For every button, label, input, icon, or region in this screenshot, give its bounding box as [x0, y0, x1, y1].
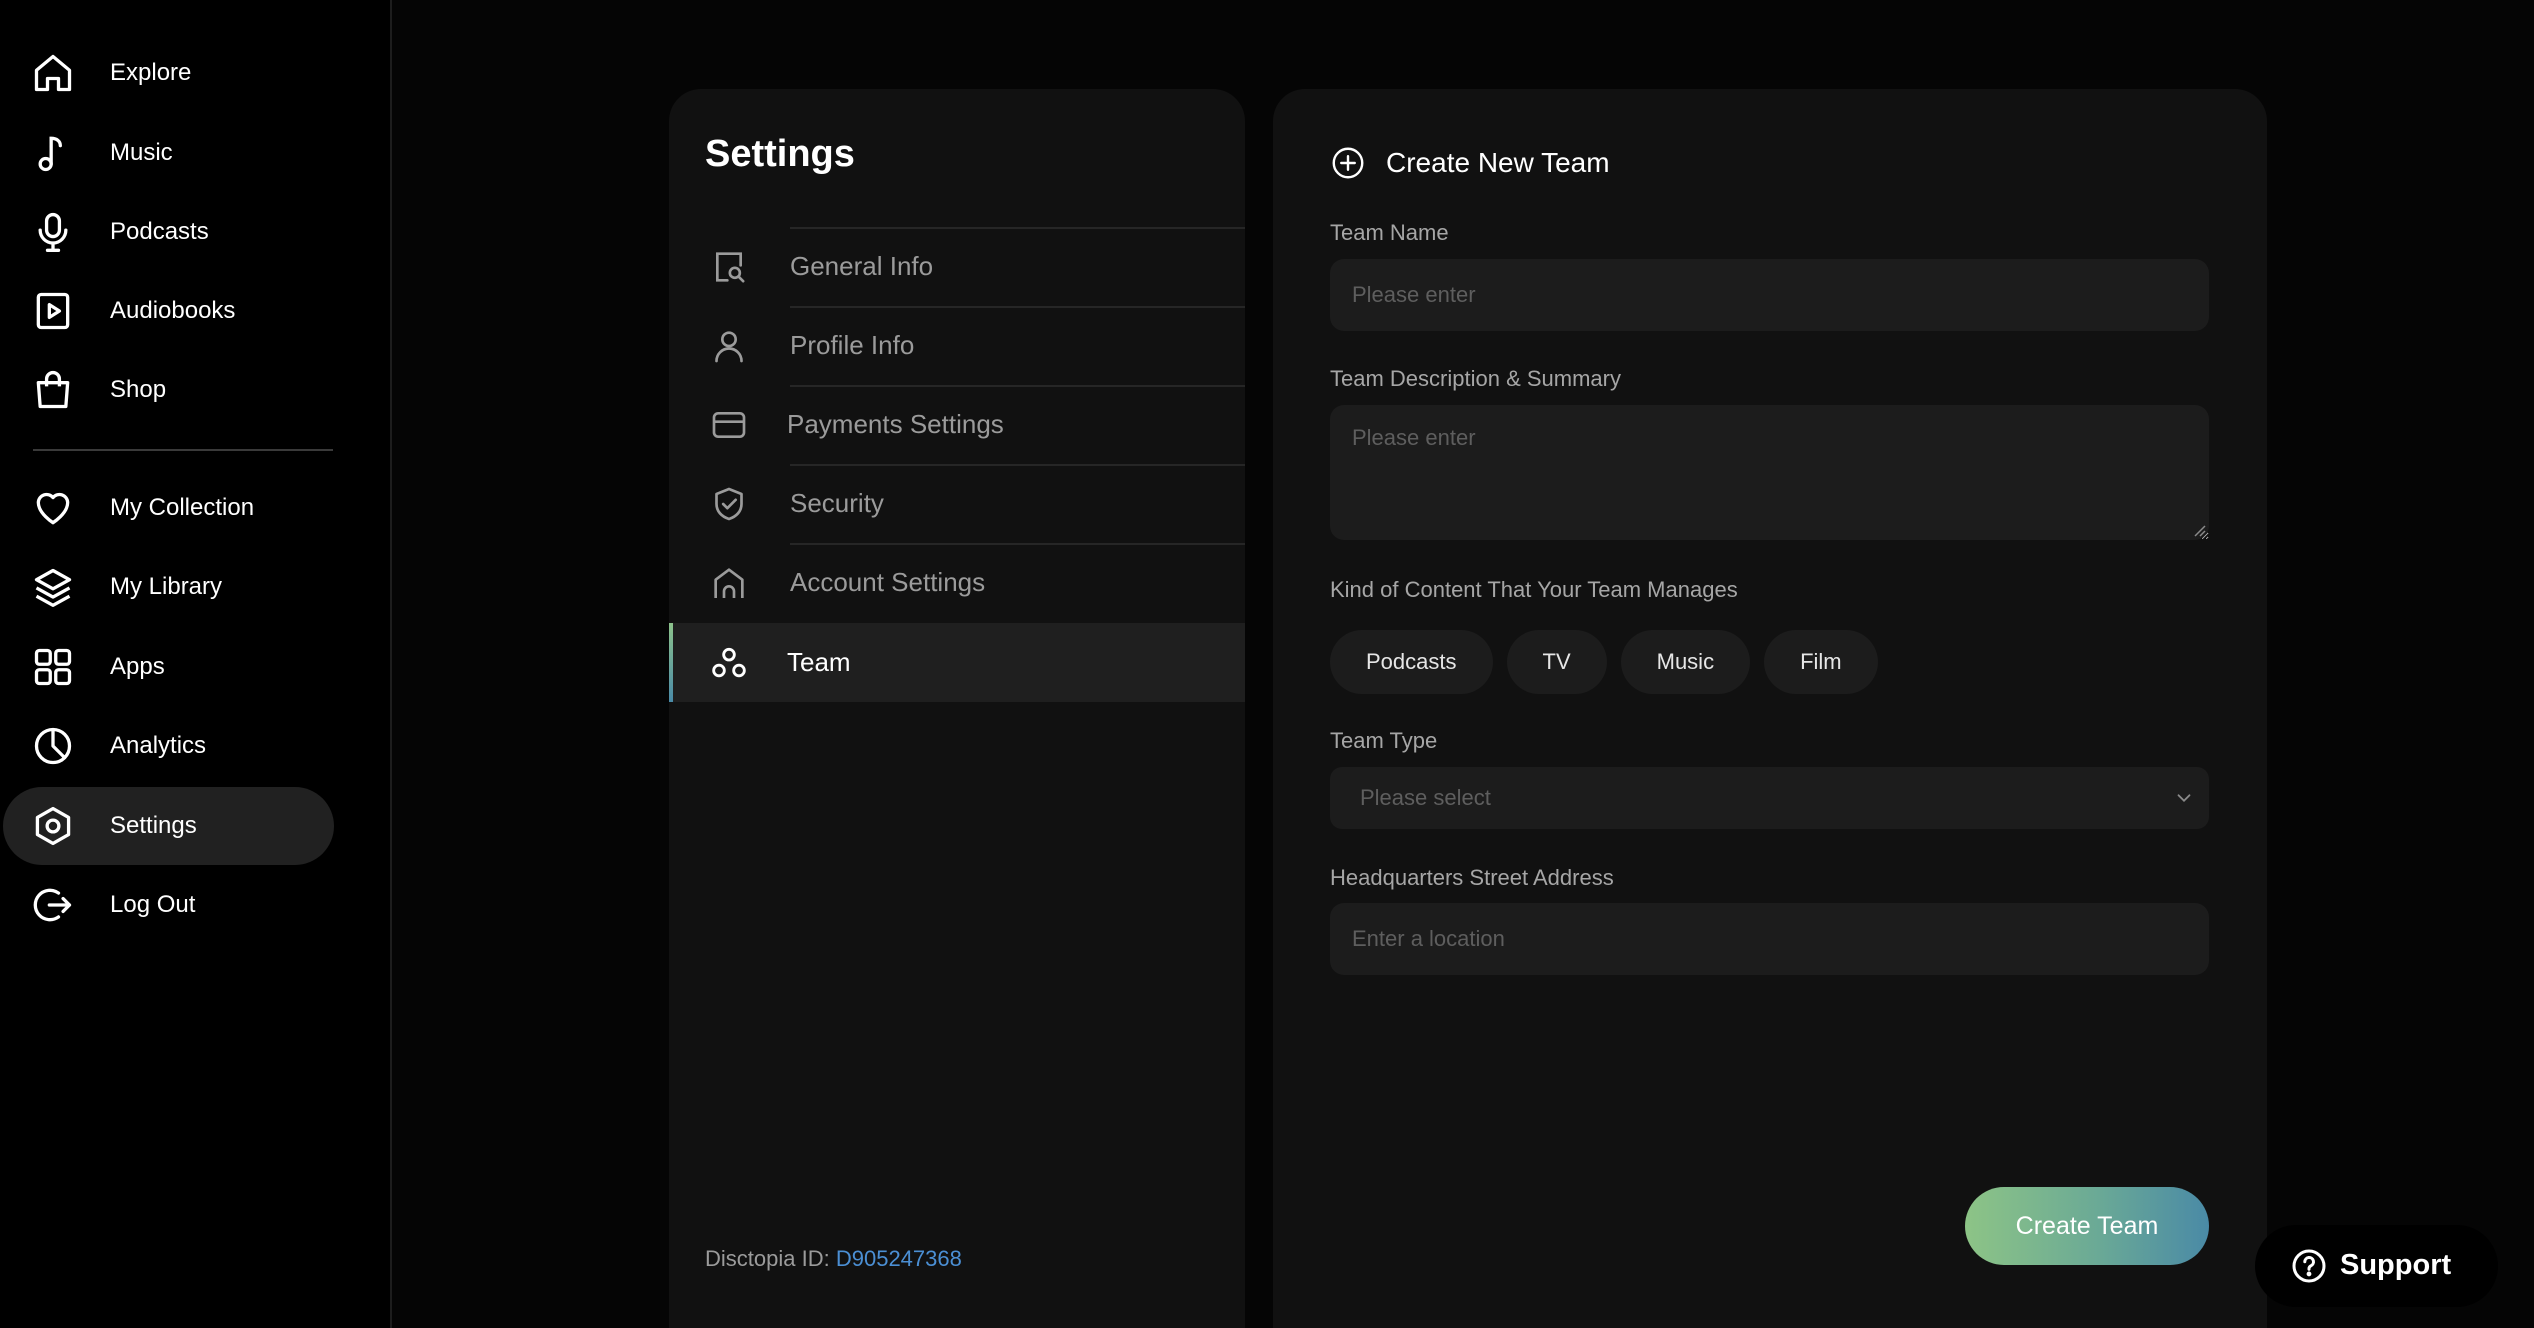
- nav-item-explore[interactable]: Explore: [3, 34, 334, 112]
- logout-icon: [31, 883, 75, 927]
- settings-item-account-settings[interactable]: Account Settings: [669, 543, 1245, 622]
- nav-item-audiobooks[interactable]: Audiobooks: [3, 272, 334, 350]
- team-description-input[interactable]: [1330, 405, 2209, 540]
- card-icon: [709, 405, 749, 445]
- create-team-panel: Create New Team Team Name Team Descripti…: [1273, 89, 2267, 1328]
- content-chip-film[interactable]: Film: [1764, 630, 1878, 694]
- play-book-icon: [31, 289, 75, 333]
- settings-item-security[interactable]: Security: [669, 464, 1245, 543]
- team-name-input[interactable]: [1330, 259, 2209, 331]
- home-icon: [31, 51, 75, 95]
- divider: [790, 227, 1245, 229]
- content-chip-podcasts[interactable]: Podcasts: [1330, 630, 1493, 694]
- nav-label: Log Out: [110, 891, 196, 918]
- nav-item-podcasts[interactable]: Podcasts: [3, 193, 334, 271]
- create-team-button[interactable]: Create Team: [1965, 1187, 2209, 1265]
- nav-item-my-library[interactable]: My Library: [3, 548, 334, 626]
- settings-item-label: General Info: [790, 251, 934, 281]
- nav-label: Settings: [110, 812, 197, 839]
- content-kind-label: Kind of Content That Your Team Manages: [1330, 577, 1738, 602]
- microphone-icon: [31, 210, 75, 254]
- address-input[interactable]: [1330, 903, 2209, 975]
- settings-item-label: Team: [787, 647, 851, 677]
- nav-item-shop[interactable]: Shop: [3, 351, 334, 429]
- team-icon: [709, 643, 749, 683]
- nav-item-apps[interactable]: Apps: [3, 628, 334, 706]
- nav-label: Apps: [110, 653, 165, 680]
- settings-item-label: Security: [790, 488, 884, 518]
- user-icon: [709, 326, 749, 366]
- panel-header: Create New Team: [1330, 145, 1610, 181]
- nav-item-analytics[interactable]: Analytics: [3, 707, 334, 785]
- main-nav: Explore Music Podcasts Audiobooks Shop M…: [0, 0, 392, 1328]
- help-icon: [2291, 1248, 2327, 1284]
- settings-panel: Settings General Info Profile Info Payme…: [669, 89, 1245, 1328]
- nav-label: Audiobooks: [110, 297, 236, 324]
- music-note-icon: [31, 131, 75, 175]
- settings-title: Settings: [705, 133, 855, 175]
- support-button[interactable]: Support: [2255, 1225, 2498, 1307]
- settings-item-label: Account Settings: [790, 567, 986, 597]
- heart-icon: [31, 486, 75, 530]
- settings-item-payments-settings[interactable]: Payments Settings: [669, 385, 1245, 464]
- nav-divider: [33, 449, 333, 451]
- nav-label: Music: [110, 139, 173, 166]
- settings-item-label: Profile Info: [790, 330, 915, 360]
- nav-label: Analytics: [110, 732, 207, 759]
- nav-item-my-collection[interactable]: My Collection: [3, 469, 334, 547]
- team-type-label: Team Type: [1330, 728, 1438, 753]
- grid-icon: [31, 645, 75, 689]
- chevron-down-icon: [2177, 794, 2191, 803]
- nav-label: Explore: [110, 59, 192, 86]
- hexagon-gear-icon: [31, 804, 75, 848]
- divider: [790, 543, 1245, 545]
- home-outline-icon: [709, 563, 749, 603]
- nav-item-log-out[interactable]: Log Out: [3, 866, 334, 944]
- support-label: Support: [2340, 1249, 2452, 1281]
- pie-chart-icon: [31, 724, 75, 768]
- team-name-label: Team Name: [1330, 220, 1449, 245]
- divider: [790, 464, 1245, 466]
- settings-item-team[interactable]: Team: [669, 623, 1245, 702]
- layers-icon: [31, 565, 75, 609]
- active-indicator: [669, 623, 673, 702]
- disctopia-id: Disctopia ID: D905247368: [705, 1246, 962, 1272]
- settings-item-profile-info[interactable]: Profile Info: [669, 306, 1245, 385]
- resize-grip-icon[interactable]: [2192, 523, 2206, 537]
- panel-title: Create New Team: [1386, 147, 1610, 178]
- team-description-label: Team Description & Summary: [1330, 366, 1621, 391]
- team-type-select[interactable]: Please select: [1330, 767, 2209, 829]
- nav-label: My Collection: [110, 494, 255, 521]
- team-type-placeholder: Please select: [1360, 785, 1491, 810]
- shopping-bag-icon: [31, 368, 75, 412]
- divider: [790, 385, 1245, 387]
- disctopia-id-value[interactable]: D905247368: [836, 1246, 962, 1271]
- nav-label: Shop: [110, 376, 167, 403]
- plus-circle-icon: [1330, 145, 1366, 181]
- content-chip-music[interactable]: Music: [1620, 630, 1751, 694]
- content-chip-tv[interactable]: TV: [1506, 630, 1607, 694]
- nav-label: Podcasts: [110, 218, 209, 245]
- content-kind-options: Podcasts TV Music Film: [1330, 630, 1892, 694]
- disctopia-id-label: Disctopia ID:: [705, 1246, 830, 1271]
- settings-item-general-info[interactable]: General Info: [669, 227, 1245, 306]
- document-search-icon: [709, 247, 749, 287]
- nav-item-music[interactable]: Music: [3, 114, 334, 192]
- settings-item-label: Payments Settings: [787, 409, 1004, 439]
- nav-item-settings[interactable]: Settings: [3, 787, 334, 865]
- nav-label: My Library: [110, 573, 223, 600]
- divider: [790, 306, 1245, 308]
- address-label: Headquarters Street Address: [1330, 865, 1614, 890]
- shield-check-icon: [709, 484, 749, 524]
